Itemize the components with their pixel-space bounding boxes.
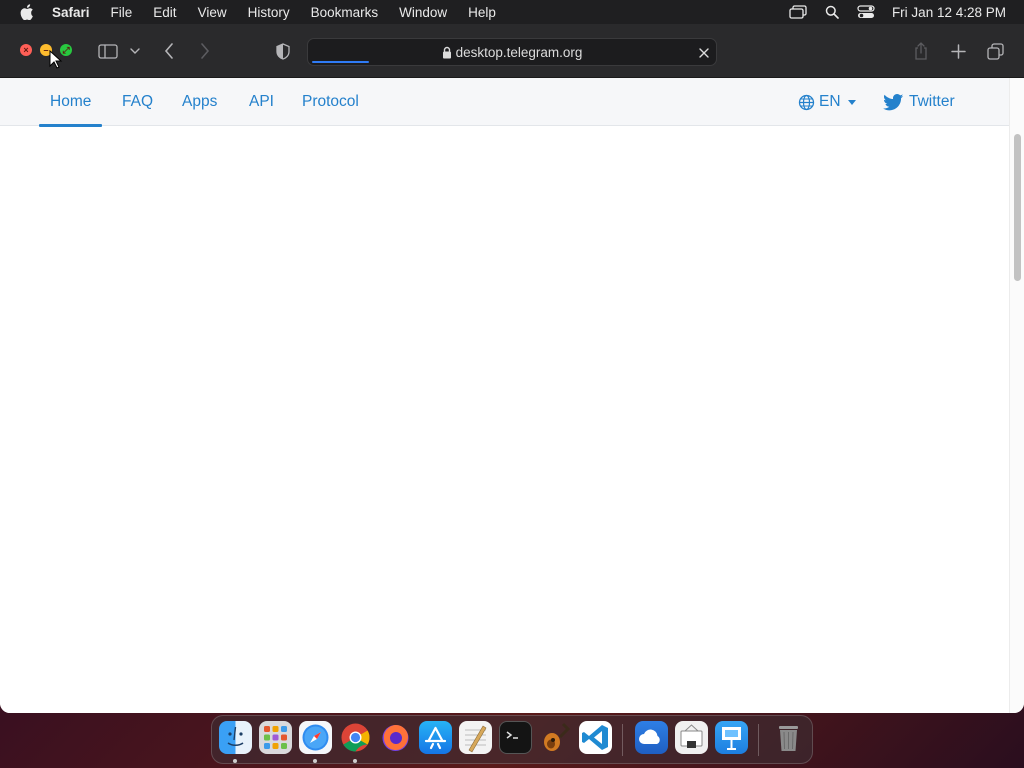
control-center-icon[interactable] <box>856 4 876 20</box>
dock-chrome-icon[interactable] <box>339 721 372 754</box>
sidebar-icon <box>98 43 118 59</box>
menu-file[interactable]: File <box>111 5 133 20</box>
mouse-cursor-icon <box>49 50 63 69</box>
dock <box>211 715 813 764</box>
dock-keynote-icon[interactable] <box>715 721 748 754</box>
close-icon: × <box>23 45 29 55</box>
nav-home[interactable]: Home <box>38 78 103 127</box>
menu-safari[interactable]: Safari <box>52 5 90 20</box>
menu-edit[interactable]: Edit <box>153 5 176 20</box>
privacy-report-button[interactable] <box>274 41 292 61</box>
url-text: desktop.telegram.org <box>455 45 583 60</box>
twitter-label: Twitter <box>909 93 955 110</box>
dock-separator <box>758 724 759 756</box>
safari-window: × – ⤢ desktop.telegram.org Home FAQ Apps… <box>0 24 1024 713</box>
dock-weather-icon[interactable] <box>635 721 668 754</box>
menu-help[interactable]: Help <box>468 5 496 20</box>
dock-vscode-icon[interactable] <box>579 721 612 754</box>
sidebar-toggle-button[interactable] <box>97 41 119 61</box>
nav-api[interactable]: API <box>249 78 274 126</box>
dock-garageband-icon[interactable] <box>539 721 572 754</box>
tab-overview-button[interactable] <box>985 41 1005 61</box>
screen-mirroring-icon[interactable] <box>788 4 808 20</box>
spotlight-search-icon[interactable] <box>822 4 842 20</box>
close-window-button[interactable]: × <box>20 44 32 56</box>
apple-menu-icon[interactable] <box>18 3 36 21</box>
dock-safari-icon[interactable] <box>299 721 332 754</box>
running-indicator <box>233 759 237 763</box>
language-label: EN <box>819 93 841 110</box>
dock-preview-icon[interactable] <box>675 721 708 754</box>
plus-icon <box>950 43 966 59</box>
caret-down-icon <box>847 99 856 105</box>
menu-view[interactable]: View <box>198 5 227 20</box>
menubar-clock[interactable]: Fri Jan 12 4:28 PM <box>892 5 1006 20</box>
running-indicator <box>313 759 317 763</box>
nav-apps[interactable]: Apps <box>182 78 217 126</box>
web-page: Home FAQ Apps API Protocol EN Twitter <box>0 78 1009 713</box>
chevron-left-icon <box>164 43 173 59</box>
back-button[interactable] <box>160 41 178 61</box>
menu-bar: Safari File Edit View History Bookmarks … <box>0 0 1024 24</box>
language-selector[interactable]: EN <box>798 78 856 126</box>
dock-separator <box>622 724 623 756</box>
chevron-down-icon <box>130 48 140 54</box>
forward-button[interactable] <box>196 41 214 61</box>
menu-window[interactable]: Window <box>399 5 447 20</box>
dock-trash-icon[interactable] <box>772 721 805 754</box>
dock-textedit-icon[interactable] <box>459 721 492 754</box>
twitter-bird-icon <box>883 93 904 110</box>
twitter-link[interactable]: Twitter <box>883 78 955 126</box>
site-nav: Home FAQ Apps API Protocol EN Twitter <box>0 78 1009 127</box>
scrollbar-thumb[interactable] <box>1014 134 1021 281</box>
page-scrollbar[interactable] <box>1009 78 1024 713</box>
share-button[interactable] <box>911 41 931 61</box>
tab-group-dropdown-button[interactable] <box>129 41 141 61</box>
nav-protocol[interactable]: Protocol <box>302 78 359 126</box>
share-icon <box>915 42 927 60</box>
close-icon <box>699 48 709 58</box>
dock-launchpad-icon[interactable] <box>259 721 292 754</box>
shield-icon <box>276 42 290 60</box>
url-display[interactable]: desktop.telegram.org <box>308 39 716 67</box>
running-indicator <box>353 759 357 763</box>
menu-bookmarks[interactable]: Bookmarks <box>311 5 379 20</box>
stop-loading-button[interactable] <box>696 45 712 61</box>
dock-terminal-icon[interactable] <box>499 721 532 754</box>
dock-finder-icon[interactable] <box>219 721 252 754</box>
nav-faq[interactable]: FAQ <box>122 78 153 126</box>
new-tab-button[interactable] <box>948 41 968 61</box>
safari-toolbar: × – ⤢ desktop.telegram.org <box>0 24 1024 78</box>
chevron-right-icon <box>201 43 210 59</box>
dock-app-store-icon[interactable] <box>419 721 452 754</box>
lock-icon <box>442 41 452 69</box>
tab-overview-icon <box>986 42 1004 60</box>
menu-history[interactable]: History <box>248 5 290 20</box>
address-bar[interactable]: desktop.telegram.org <box>307 38 717 66</box>
globe-icon <box>798 94 815 110</box>
dock-firefox-icon[interactable] <box>379 721 412 754</box>
page-load-progress <box>312 61 370 63</box>
